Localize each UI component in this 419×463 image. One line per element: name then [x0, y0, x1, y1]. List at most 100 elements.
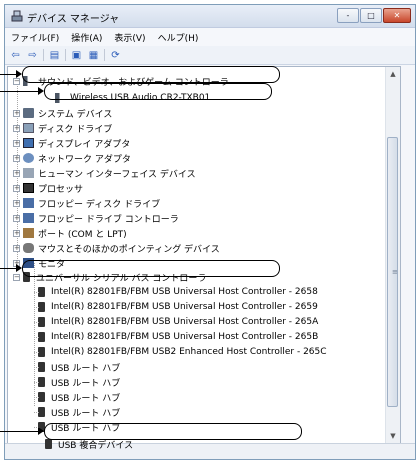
tree-category-hid[interactable]: + ヒューマン インターフェイス デバイス: [13, 166, 196, 180]
floppy-controller-icon: [23, 213, 34, 223]
tree-branch: [34, 292, 39, 293]
tree-device-label: Intel(R) 82801FB/FBM USB Universal Host …: [51, 332, 319, 342]
display-adapter-icon: [23, 138, 34, 148]
tree-device-usb-host-2658[interactable]: Intel(R) 82801FB/FBM USB Universal Host …: [34, 285, 318, 299]
tree-category-mice[interactable]: + マウスとそのほかのポインティング デバイス: [13, 241, 220, 255]
minimize-button[interactable]: ‐: [337, 8, 359, 23]
scrollbar-thumb[interactable]: ≡: [387, 137, 398, 407]
expand-expander[interactable]: +: [13, 214, 20, 222]
floppy-disk-drive-icon: [23, 198, 34, 208]
callout-arrow-icon: [38, 427, 44, 435]
tree-category-label: ポート (COM と LPT): [38, 229, 127, 240]
properties-icon[interactable]: ▦: [87, 49, 100, 61]
tree-category-floppy-drives[interactable]: + フロッピー ディスク ドライブ: [13, 196, 160, 210]
toolbar-separator: [104, 49, 105, 61]
tree-category-system-devices[interactable]: + システム デバイス: [13, 106, 112, 120]
window-title: デバイス マネージャ: [27, 14, 120, 25]
callout-pointer: [0, 431, 38, 432]
tree-device-usb-host-2659[interactable]: Intel(R) 82801FB/FBM USB Universal Host …: [34, 300, 318, 314]
tree-category-label: マウスとそのほかのポインティング デバイス: [38, 244, 220, 255]
maximize-button[interactable]: □: [360, 8, 382, 23]
tree-device-usb-root-hub[interactable]: USB ルート ハブ: [34, 405, 121, 419]
tree-category-ports[interactable]: + ポート (COM と LPT): [13, 226, 127, 240]
tree-category-disk-drives[interactable]: + ディスク ドライブ: [13, 121, 112, 135]
forward-arrow-icon[interactable]: ⇨: [26, 49, 39, 61]
collapse-expander[interactable]: −: [13, 273, 20, 281]
scroll-up-button[interactable]: ▲: [386, 67, 400, 81]
tree-category-label: フロッピー ドライブ コントローラ: [38, 214, 179, 225]
tree-branch: [34, 322, 39, 323]
callout-wireless-audio: [44, 83, 272, 100]
usb-device-icon: [38, 347, 45, 357]
usb-device-icon: [38, 362, 45, 372]
tree-device-label: USB ルート ハブ: [51, 393, 121, 404]
tree-device-usb-host-265a[interactable]: Intel(R) 82801FB/FBM USB Universal Host …: [34, 315, 319, 329]
expand-expander[interactable]: +: [13, 169, 20, 177]
expand-expander[interactable]: +: [13, 244, 20, 252]
tree-branch: [34, 367, 39, 368]
expand-expander[interactable]: +: [13, 184, 20, 192]
mouse-icon: [23, 243, 34, 253]
tree-device-label: USB ルート ハブ: [51, 408, 121, 419]
tree-category-label: ヒューマン インターフェイス デバイス: [38, 169, 196, 180]
tree-category-label: ネットワーク アダプタ: [38, 154, 131, 165]
tree-device-label: Intel(R) 82801FB/FBM USB Universal Host …: [51, 317, 319, 327]
collapse-expander[interactable]: −: [13, 77, 20, 85]
disk-drive-icon: [23, 123, 34, 133]
tree-category-display-adapters[interactable]: + ディスプレイ アダプタ: [13, 136, 130, 150]
tree-device-usb-root-hub[interactable]: USB ルート ハブ: [34, 375, 121, 389]
tree-branch: [34, 397, 39, 398]
tree-device-usb2-enhanced-265c[interactable]: Intel(R) 82801FB/FBM USB2 Enhanced Host …: [34, 345, 327, 359]
tree-category-network-adapters[interactable]: + ネットワーク アダプタ: [13, 151, 131, 165]
tree-device-label: USB ルート ハブ: [51, 378, 121, 389]
usb-device-icon: [38, 287, 45, 297]
help-icon[interactable]: ▣: [70, 49, 83, 61]
menu-file[interactable]: ファイル(F): [5, 31, 65, 44]
close-button[interactable]: ✕: [383, 8, 411, 23]
expand-expander[interactable]: +: [13, 139, 20, 147]
callout-arrow-icon: [16, 70, 22, 78]
expand-expander[interactable]: +: [13, 199, 20, 207]
callout-usb-category: [22, 260, 280, 277]
tree-device-usb-root-hub[interactable]: USB ルート ハブ: [34, 360, 121, 374]
scroll-down-button[interactable]: ▼: [386, 429, 400, 443]
callout-usb-composite: [44, 423, 302, 440]
tree-device-label: Intel(R) 82801FB/FBM USB Universal Host …: [51, 287, 318, 297]
tree-category-floppy-controllers[interactable]: + フロッピー ドライブ コントローラ: [13, 211, 179, 225]
hid-icon: [23, 168, 34, 178]
tree-device-usb-root-hub[interactable]: USB ルート ハブ: [34, 390, 121, 404]
vertical-scrollbar[interactable]: ▲ ≡ ▼: [385, 67, 400, 443]
usb-device-icon: [38, 407, 45, 417]
tree-branch: [34, 337, 39, 338]
expand-expander[interactable]: +: [13, 154, 20, 162]
toolbar-separator: [65, 49, 66, 61]
tree-device-label: Intel(R) 82801FB/FBM USB Universal Host …: [51, 302, 318, 312]
menu-bar: ファイル(F) 操作(A) 表示(V) ヘルプ(H): [5, 28, 415, 46]
callout-pointer: [0, 91, 38, 92]
expand-expander[interactable]: +: [13, 109, 20, 117]
scan-icon[interactable]: ⟳: [109, 49, 122, 61]
expand-expander[interactable]: +: [13, 124, 20, 132]
device-tree[interactable]: − サウンド、ビデオ、およびゲーム コントローラ Wireless USB Au…: [7, 66, 401, 444]
callout-sound-category: [22, 66, 280, 83]
tree-branch: [34, 412, 39, 413]
tree-device-label: USB ルート ハブ: [51, 363, 121, 374]
tree-device-usb-host-265b[interactable]: Intel(R) 82801FB/FBM USB Universal Host …: [34, 330, 319, 344]
menu-help[interactable]: ヘルプ(H): [152, 31, 205, 44]
system-device-icon: [23, 108, 34, 118]
tree-category-label: プロセッサ: [38, 184, 84, 195]
usb-device-icon: [38, 377, 45, 387]
menu-view[interactable]: 表示(V): [108, 31, 151, 44]
usb-device-icon: [38, 392, 45, 402]
tree-category-label: ディスプレイ アダプタ: [38, 139, 131, 150]
callout-arrow-icon: [38, 87, 44, 95]
callout-arrow-icon: [16, 264, 22, 272]
menu-action[interactable]: 操作(A): [65, 31, 108, 44]
tree-device-label: Intel(R) 82801FB/FBM USB2 Enhanced Host …: [51, 347, 327, 357]
callout-pointer: [0, 268, 16, 269]
tree-category-processors[interactable]: + プロセッサ: [13, 181, 83, 195]
back-arrow-icon[interactable]: ⇦: [9, 49, 22, 61]
expand-expander[interactable]: +: [13, 229, 20, 237]
window-controls: ‐ □ ✕: [337, 8, 411, 23]
view-icon[interactable]: ▤: [48, 49, 61, 61]
